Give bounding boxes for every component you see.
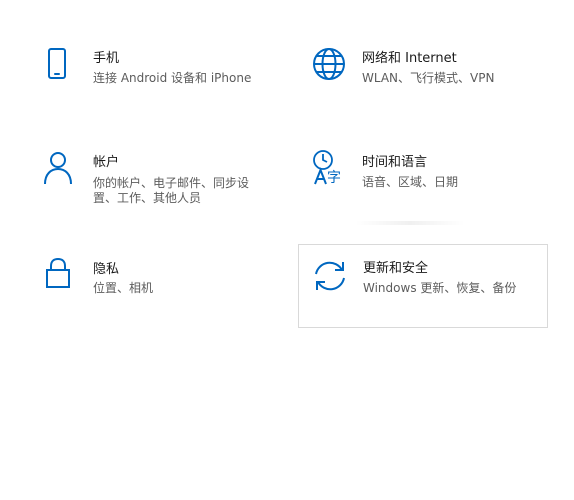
time-language-icon: 字 <box>309 148 349 188</box>
lock-icon <box>40 254 80 294</box>
tile-description: 语音、区域、日期 <box>362 175 459 189</box>
hover-shadow <box>355 221 465 225</box>
tile-phone[interactable]: 手机 连接 Android 设备和 iPhone <box>40 44 270 104</box>
tile-description: Windows 更新、恢复、备份 <box>363 281 517 295</box>
tile-network-internet[interactable]: 网络和 Internet WLAN、飞行模式、VPN <box>309 44 539 104</box>
tile-title: 时间和语言 <box>362 155 428 170</box>
phone-icon <box>40 44 80 84</box>
sync-icon <box>310 256 350 296</box>
tile-description: 位置、相机 <box>93 281 154 295</box>
tile-title: 网络和 Internet <box>362 51 457 66</box>
tile-time-language[interactable]: 字 时间和语言 语音、区域、日期 <box>309 148 539 208</box>
tile-title: 更新和安全 <box>363 261 429 276</box>
tile-title: 隐私 <box>93 262 120 277</box>
tile-description: 连接 Android 设备和 iPhone <box>93 71 252 85</box>
settings-category-grid: 手机 连接 Android 设备和 iPhone 网络和 Internet WL… <box>0 0 574 500</box>
tile-title: 手机 <box>93 51 120 66</box>
tile-title: 帐户 <box>93 155 120 170</box>
tile-description: WLAN、飞行模式、VPN <box>362 71 495 85</box>
tile-accounts[interactable]: 帐户 你的帐户、电子邮件、同步设 置、工作、其他人员 <box>40 148 270 214</box>
tile-update-security[interactable]: 更新和安全 Windows 更新、恢复、备份 <box>298 244 548 328</box>
tile-description-line1: 你的帐户、电子邮件、同步设 <box>93 176 250 190</box>
tile-privacy[interactable]: 隐私 位置、相机 <box>40 254 270 314</box>
globe-icon <box>309 44 349 84</box>
tile-description-line2: 置、工作、其他人员 <box>93 191 202 205</box>
person-icon <box>40 148 80 188</box>
language-glyph: 字 <box>327 170 341 186</box>
